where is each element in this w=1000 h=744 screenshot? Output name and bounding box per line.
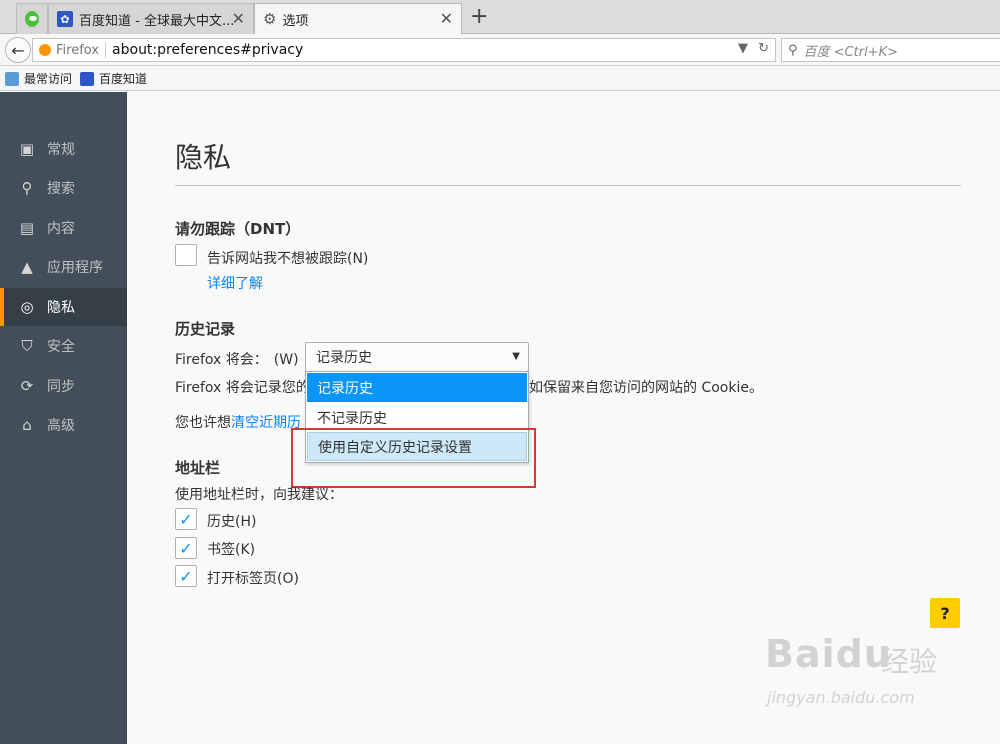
sidebar-item-general[interactable]: ▣ 常规: [0, 130, 127, 168]
applications-icon: ▲: [21, 258, 33, 276]
dnt-checkbox-label[interactable]: 告诉网站我不想被跟踪(N): [207, 248, 368, 268]
locationbar-intro: 使用地址栏时，向我建议：: [175, 487, 343, 503]
option-remember-history[interactable]: 记录历史: [307, 373, 527, 402]
sidebar-item-label: 高级: [47, 418, 75, 434]
sidebar-item-privacy[interactable]: ◎ 隐私: [0, 288, 127, 326]
sidebar-item-applications[interactable]: ▲ 应用程序: [0, 248, 127, 286]
bookmarks-suggest-label[interactable]: 书签(K): [207, 539, 255, 559]
sidebar-item-label: 安全: [47, 339, 75, 355]
sidebar-item-label: 同步: [47, 379, 75, 395]
identity-box[interactable]: Firefox: [39, 42, 107, 58]
sidebar-item-label: 隐私: [47, 300, 75, 316]
sidebar-item-label: 内容: [47, 221, 75, 237]
sidebar-item-content[interactable]: ▤ 内容: [0, 209, 127, 247]
history-mode-label: Firefox 将会： (W): [175, 352, 299, 368]
dnt-checkbox[interactable]: [175, 244, 197, 266]
sidebar-item-label: 应用程序: [47, 260, 103, 276]
baidu-jingyan-watermark: Baidu 经验 jingyan.baidu.com: [765, 632, 945, 722]
sync-icon: ⟳: [20, 377, 34, 395]
search-input[interactable]: ⚲ 百度 <Ctrl+K>: [781, 38, 1000, 62]
watermark-cn: 经验: [881, 645, 938, 678]
firefox-icon: [39, 44, 51, 56]
tab-title: 选项: [282, 13, 309, 29]
close-icon[interactable]: ✕: [440, 9, 453, 28]
bookmarks-suggest-checkbox[interactable]: ✓: [175, 537, 197, 559]
history-description-right: 如保留来自您访问的网站的 Cookie。: [529, 380, 763, 396]
bookmark-label: 最常访问: [24, 72, 73, 86]
bookmark-baidu-zhidao[interactable]: 百度知道: [80, 70, 147, 87]
chevron-down-icon: ▼: [512, 351, 520, 362]
locationbar-heading: 地址栏: [175, 459, 221, 477]
search-icon: ⚲: [21, 179, 33, 197]
checkmark-icon: ✓: [179, 538, 193, 558]
watermark-brand: Baidu: [765, 632, 892, 676]
tab-title: 百度知道 - 全球最大中文...: [79, 13, 235, 29]
sidebar-item-sync[interactable]: ⟳ 同步: [0, 367, 127, 405]
checkmark-icon: ✓: [179, 509, 193, 529]
search-icon: ⚲: [788, 42, 798, 58]
history-mode-value: 记录历史: [316, 350, 372, 366]
opentabs-suggest-label[interactable]: 打开标签页(O): [207, 568, 299, 588]
tab-strip: ✿ 百度知道 - 全球最大中文... ✕ ⚙ 选项 ✕ +: [0, 0, 1000, 35]
help-button[interactable]: ?: [930, 598, 960, 628]
history-description-left: Firefox 将会记录您的: [175, 380, 310, 396]
preferences-sidebar: ▣ 常规 ⚲ 搜索 ▤ 内容 ▲ 应用程序 ◎ 隐私 ⛉ 安全 ⟳ 同步 ⌂ 高…: [0, 92, 127, 744]
history-heading: 历史记录: [175, 320, 236, 338]
tab-wechat[interactable]: [16, 3, 48, 34]
url-bar[interactable]: Firefox about:preferences#privacy ▼ ↻: [32, 38, 776, 62]
sidebar-item-search[interactable]: ⚲ 搜索: [0, 169, 127, 207]
back-button[interactable]: ←: [5, 37, 31, 63]
sidebar-item-label: 常规: [47, 142, 75, 158]
nav-bar: ← Firefox about:preferences#privacy ▼ ↻ …: [0, 34, 1000, 66]
dnt-heading: 请勿跟踪（DNT）: [175, 220, 301, 238]
sidebar-item-advanced[interactable]: ⌂ 高级: [0, 406, 127, 444]
gear-icon: ⚙: [263, 10, 277, 28]
page-title: 隐私: [175, 141, 232, 174]
tab-options[interactable]: ⚙ 选项 ✕: [254, 3, 462, 35]
back-arrow-icon: ←: [11, 40, 25, 60]
sidebar-item-label: 搜索: [47, 181, 75, 197]
checkmark-icon: ✓: [179, 566, 193, 586]
history-also: 您也许想清空近期历: [175, 415, 301, 431]
history-suggest-checkbox[interactable]: ✓: [175, 508, 197, 530]
title-divider: [175, 185, 961, 186]
watermark-url: jingyan.baidu.com: [767, 688, 915, 707]
bookmark-most-visited[interactable]: 最常访问: [5, 70, 72, 87]
wechat-icon: [25, 11, 39, 27]
learn-more-link[interactable]: 详细了解: [207, 273, 263, 293]
content-icon: ▤: [19, 219, 35, 237]
dropdown-arrow-icon[interactable]: ▼: [738, 41, 748, 56]
new-tab-button[interactable]: +: [470, 4, 488, 29]
bookmark-label: 百度知道: [99, 72, 148, 86]
privacy-mask-icon: ◎: [20, 298, 34, 316]
folder-icon: [5, 71, 19, 86]
baidu-paw-icon: ✿: [57, 11, 73, 27]
annotation-highlight-box: [291, 428, 536, 488]
security-icon: ⛉: [21, 337, 33, 355]
sidebar-item-security[interactable]: ⛉ 安全: [0, 327, 127, 365]
close-icon[interactable]: ✕: [232, 9, 245, 28]
general-icon: ▣: [19, 140, 35, 158]
advanced-icon: ⌂: [22, 416, 32, 434]
reload-icon[interactable]: ↻: [758, 41, 769, 56]
tab-baidu-zhidao[interactable]: ✿ 百度知道 - 全球最大中文... ✕: [48, 3, 254, 34]
baidu-paw-icon: [80, 71, 95, 86]
search-placeholder: 百度 <Ctrl+K>: [803, 44, 898, 60]
history-mode-select[interactable]: 记录历史 ▼: [305, 342, 529, 372]
opentabs-suggest-checkbox[interactable]: ✓: [175, 565, 197, 587]
url-text[interactable]: about:preferences#privacy: [112, 42, 303, 58]
history-suggest-label[interactable]: 历史(H): [207, 511, 256, 531]
identity-label: Firefox: [56, 42, 100, 58]
bookmarks-bar: 最常访问 百度知道: [0, 67, 1000, 91]
